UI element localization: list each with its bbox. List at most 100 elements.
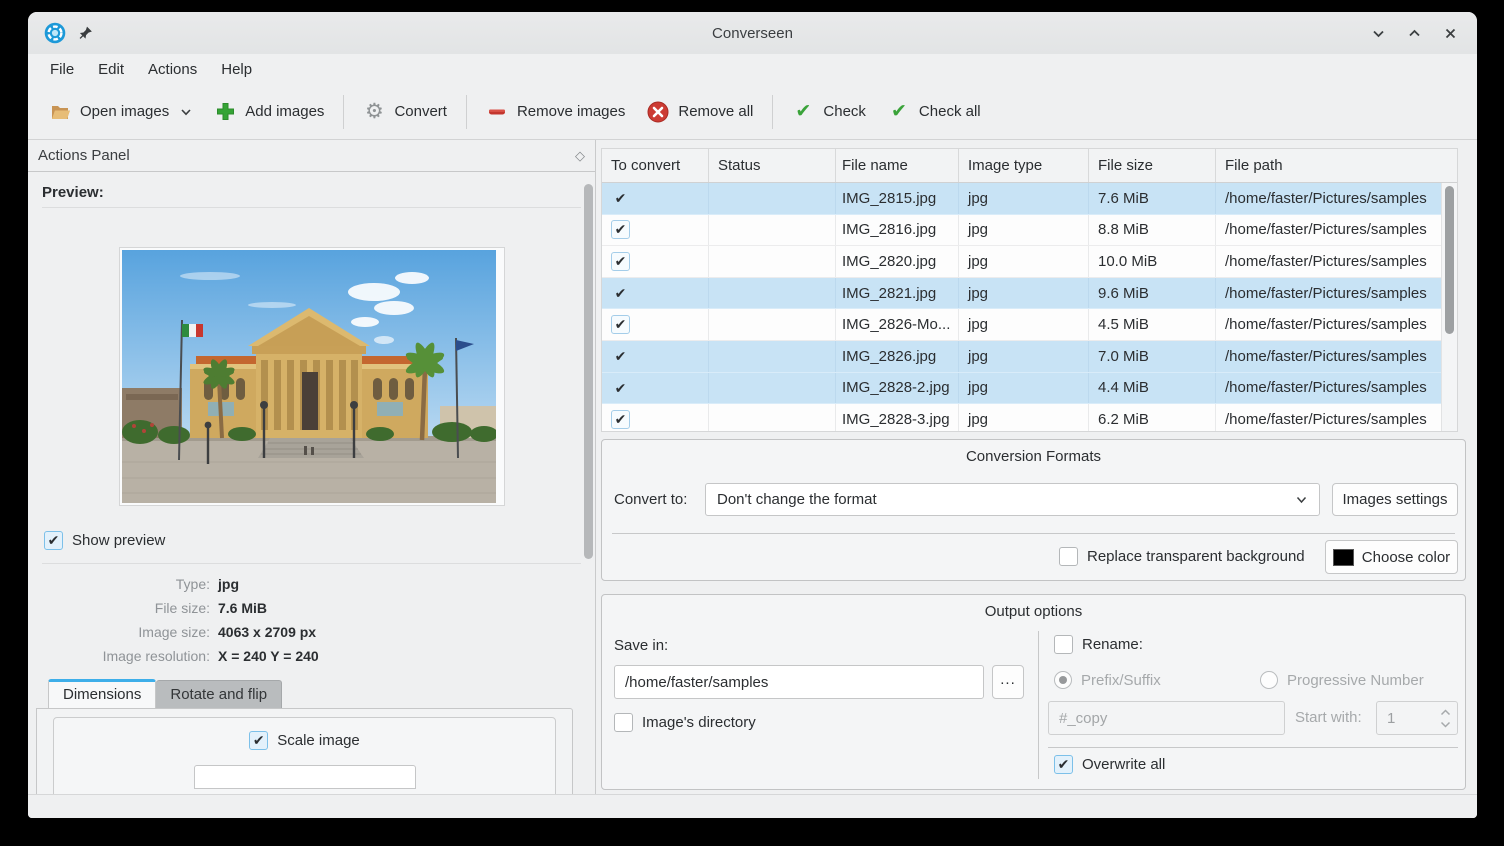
to-convert-cell [602, 183, 709, 214]
images-directory-checkbox[interactable] [614, 713, 633, 732]
convert-button[interactable]: ⚙ Convert [352, 93, 458, 131]
add-images-button[interactable]: Add images [203, 93, 335, 131]
table-row[interactable]: IMG_2828-2.jpgjpg4.4 MiB/home/faster/Pic… [602, 373, 1441, 405]
format-value: Don't change the format [717, 491, 877, 508]
images-settings-button[interactable]: Images settings [1332, 483, 1458, 516]
file-path-cell: /home/faster/Pictures/samples [1216, 215, 1441, 246]
check-all-button[interactable]: ✔ Check all [877, 93, 992, 131]
actions-panel-header[interactable]: Actions Panel ◇ [28, 140, 595, 172]
table-row[interactable]: IMG_2826-Mo...jpg4.5 MiB/home/faster/Pic… [602, 309, 1441, 341]
divider [1048, 747, 1458, 748]
file-name-cell: IMG_2815.jpg [836, 183, 959, 214]
browse-button[interactable]: ... [992, 665, 1024, 699]
table-row[interactable]: IMG_2828-3.jpgjpg6.2 MiB/home/faster/Pic… [602, 404, 1441, 431]
menu-file[interactable]: File [38, 57, 86, 82]
replace-bg-row: Replace transparent background [1059, 547, 1305, 566]
file-path-cell: /home/faster/Pictures/samples [1216, 373, 1441, 404]
files-table-scrollbar[interactable] [1441, 183, 1457, 431]
show-preview-checkbox[interactable] [44, 531, 63, 550]
type-label: Type: [42, 576, 210, 592]
header-file-name[interactable]: File name [836, 149, 959, 182]
file-size-label: File size: [42, 600, 210, 616]
overwrite-all-checkbox[interactable] [1054, 755, 1073, 774]
file-size-cell: 6.2 MiB [1089, 404, 1216, 431]
check-all-icon: ✔ [888, 101, 910, 123]
prefix-suffix-radio[interactable] [1054, 671, 1072, 689]
app-icon [44, 22, 66, 44]
header-file-size[interactable]: File size [1089, 149, 1216, 182]
float-diamond-icon[interactable]: ◇ [575, 148, 585, 164]
statusbar [28, 794, 1477, 818]
actions-panel-scrollbar[interactable] [584, 184, 593, 784]
menu-help[interactable]: Help [209, 57, 264, 82]
menu-edit[interactable]: Edit [86, 57, 136, 82]
table-row[interactable]: IMG_2820.jpgjpg10.0 MiB/home/faster/Pict… [602, 246, 1441, 278]
table-row[interactable]: IMG_2821.jpgjpg9.6 MiB/home/faster/Pictu… [602, 278, 1441, 310]
open-images-button[interactable]: Open images [38, 93, 203, 131]
file-name-cell: IMG_2816.jpg [836, 215, 959, 246]
file-size-value: 7.6 MiB [218, 600, 595, 616]
file-size-cell: 10.0 MiB [1089, 246, 1216, 277]
table-row[interactable]: IMG_2815.jpgjpg7.6 MiB/home/faster/Pictu… [602, 183, 1441, 215]
row-checkbox[interactable] [611, 252, 630, 271]
close-button[interactable] [1439, 22, 1461, 44]
file-path-cell: /home/faster/Pictures/samples [1216, 404, 1441, 431]
actions-panel-title: Actions Panel [38, 147, 130, 164]
tab-rotate-flip[interactable]: Rotate and flip [156, 680, 282, 708]
table-row[interactable]: IMG_2816.jpgjpg8.8 MiB/home/faster/Pictu… [602, 215, 1441, 247]
row-checkbox[interactable] [611, 189, 630, 208]
check-button[interactable]: ✔ Check [781, 93, 877, 131]
to-convert-cell [602, 215, 709, 246]
image-type-cell: jpg [959, 404, 1089, 431]
overwrite-all-row: Overwrite all [1054, 755, 1165, 774]
row-checkbox[interactable] [611, 347, 630, 366]
progressive-number-label: Progressive Number [1287, 672, 1424, 689]
scale-image-checkbox[interactable] [249, 731, 268, 750]
row-checkbox[interactable] [611, 410, 630, 429]
toolbar-separator [343, 95, 344, 129]
to-convert-cell [602, 246, 709, 277]
remove-images-button[interactable]: Remove images [475, 93, 636, 131]
remove-minus-icon [486, 101, 508, 123]
toolbar: Open images Add images ⚙ Convert Remove … [28, 84, 1477, 140]
rename-pattern-input[interactable] [1048, 701, 1285, 735]
header-to-convert[interactable]: To convert [602, 149, 709, 182]
table-row[interactable]: IMG_2826.jpgjpg7.0 MiB/home/faster/Pictu… [602, 341, 1441, 373]
header-file-path[interactable]: File path [1216, 149, 1457, 182]
output-options-title: Output options [602, 603, 1465, 620]
row-checkbox[interactable] [611, 315, 630, 334]
file-path-cell: /home/faster/Pictures/samples [1216, 246, 1441, 277]
save-path-input[interactable] [614, 665, 984, 699]
tab-dimensions[interactable]: Dimensions [48, 679, 156, 708]
choose-color-button[interactable]: Choose color [1325, 540, 1458, 574]
titlebar[interactable]: Converseen [28, 12, 1477, 54]
spinner-down-icon[interactable] [1440, 721, 1451, 728]
minimize-button[interactable] [1367, 22, 1389, 44]
show-preview-row: Show preview [44, 531, 595, 550]
format-combobox[interactable]: Don't change the format [705, 483, 1320, 516]
row-checkbox[interactable] [611, 378, 630, 397]
maximize-button[interactable] [1403, 22, 1425, 44]
pin-icon[interactable] [78, 25, 93, 41]
scale-width-input[interactable] [194, 765, 416, 789]
row-checkbox[interactable] [611, 284, 630, 303]
rename-checkbox[interactable] [1054, 635, 1073, 654]
images-directory-label: Image's directory [642, 714, 756, 731]
header-status[interactable]: Status [709, 149, 836, 182]
header-image-type[interactable]: Image type [959, 149, 1089, 182]
file-path-cell: /home/faster/Pictures/samples [1216, 278, 1441, 309]
replace-bg-checkbox[interactable] [1059, 547, 1078, 566]
image-info: Type: jpg File size: 7.6 MiB Image size:… [42, 576, 595, 664]
menu-actions[interactable]: Actions [136, 57, 209, 82]
image-size-value: 4063 x 2709 px [218, 624, 595, 640]
row-checkbox[interactable] [611, 220, 630, 239]
start-with-label: Start with: [1295, 709, 1362, 726]
remove-all-button[interactable]: Remove all [636, 93, 764, 131]
open-images-dropdown-icon[interactable] [180, 106, 192, 118]
progressive-number-radio[interactable] [1260, 671, 1278, 689]
spinner-up-icon[interactable] [1440, 709, 1451, 716]
menubar: File Edit Actions Help [28, 54, 1477, 84]
remove-all-label: Remove all [678, 103, 753, 120]
start-with-spinner[interactable]: 1 [1376, 701, 1458, 735]
image-type-cell: jpg [959, 341, 1089, 372]
